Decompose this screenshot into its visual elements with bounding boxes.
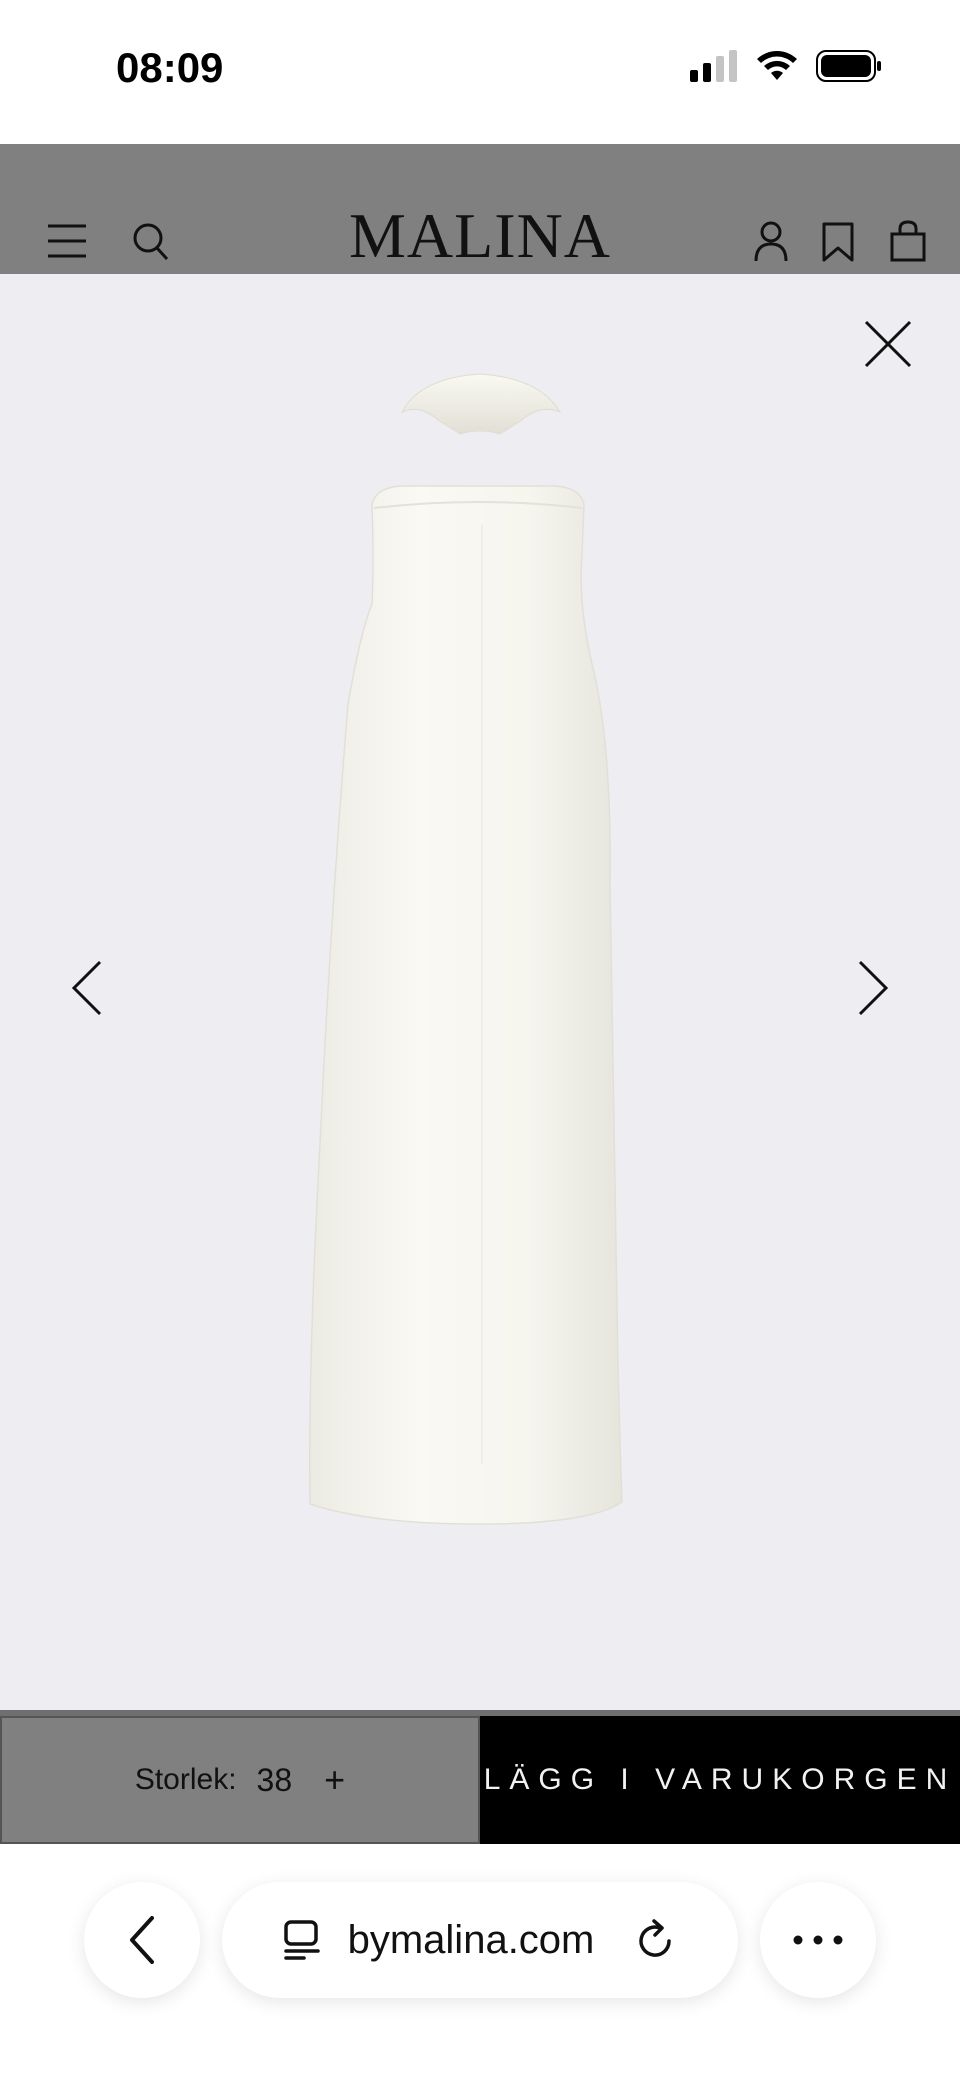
chevron-right-icon[interactable] — [856, 960, 890, 1016]
tab-overview-icon[interactable] — [283, 1920, 322, 1960]
menu-icon[interactable] — [48, 224, 86, 258]
account-icon[interactable] — [754, 220, 788, 262]
add-to-cart-button[interactable]: LÄGG I VARUKORGEN — [480, 1716, 960, 1844]
size-label: Storlek: — [134, 1763, 237, 1796]
wifi-icon — [757, 51, 797, 80]
back-button[interactable] — [84, 1882, 200, 1998]
url-text[interactable]: bymalina.com — [348, 1918, 595, 1963]
status-icons — [690, 50, 882, 82]
close-icon[interactable] — [864, 320, 912, 368]
status-bar: 08:09 — [0, 0, 960, 144]
reload-icon[interactable] — [636, 1919, 676, 1961]
shopping-bag-icon[interactable] — [890, 220, 926, 262]
size-expand-icon[interactable]: + — [324, 1759, 345, 1801]
chevron-left-icon — [130, 1916, 154, 1964]
more-options-button[interactable] — [760, 1882, 876, 1998]
browser-toolbar: bymalina.com — [0, 1844, 960, 2081]
more-icon — [793, 1935, 843, 1945]
site-header: MALINA — [0, 144, 960, 274]
product-action-bar: Storlek: 38 + LÄGG I VARUKORGEN — [0, 1716, 960, 1844]
size-value: 38 — [256, 1761, 293, 1798]
chevron-left-icon[interactable] — [70, 960, 104, 1016]
size-selector[interactable]: Storlek: 38 + — [0, 1716, 480, 1844]
bookmark-icon[interactable] — [822, 222, 854, 262]
battery-icon — [816, 50, 881, 82]
product-image[interactable] — [300, 364, 660, 1624]
status-time: 08:09 — [116, 44, 224, 91]
cellular-signal-icon — [690, 50, 737, 82]
search-icon[interactable] — [132, 222, 170, 262]
address-bar[interactable]: bymalina.com — [222, 1882, 738, 1998]
image-viewer — [0, 274, 960, 1714]
